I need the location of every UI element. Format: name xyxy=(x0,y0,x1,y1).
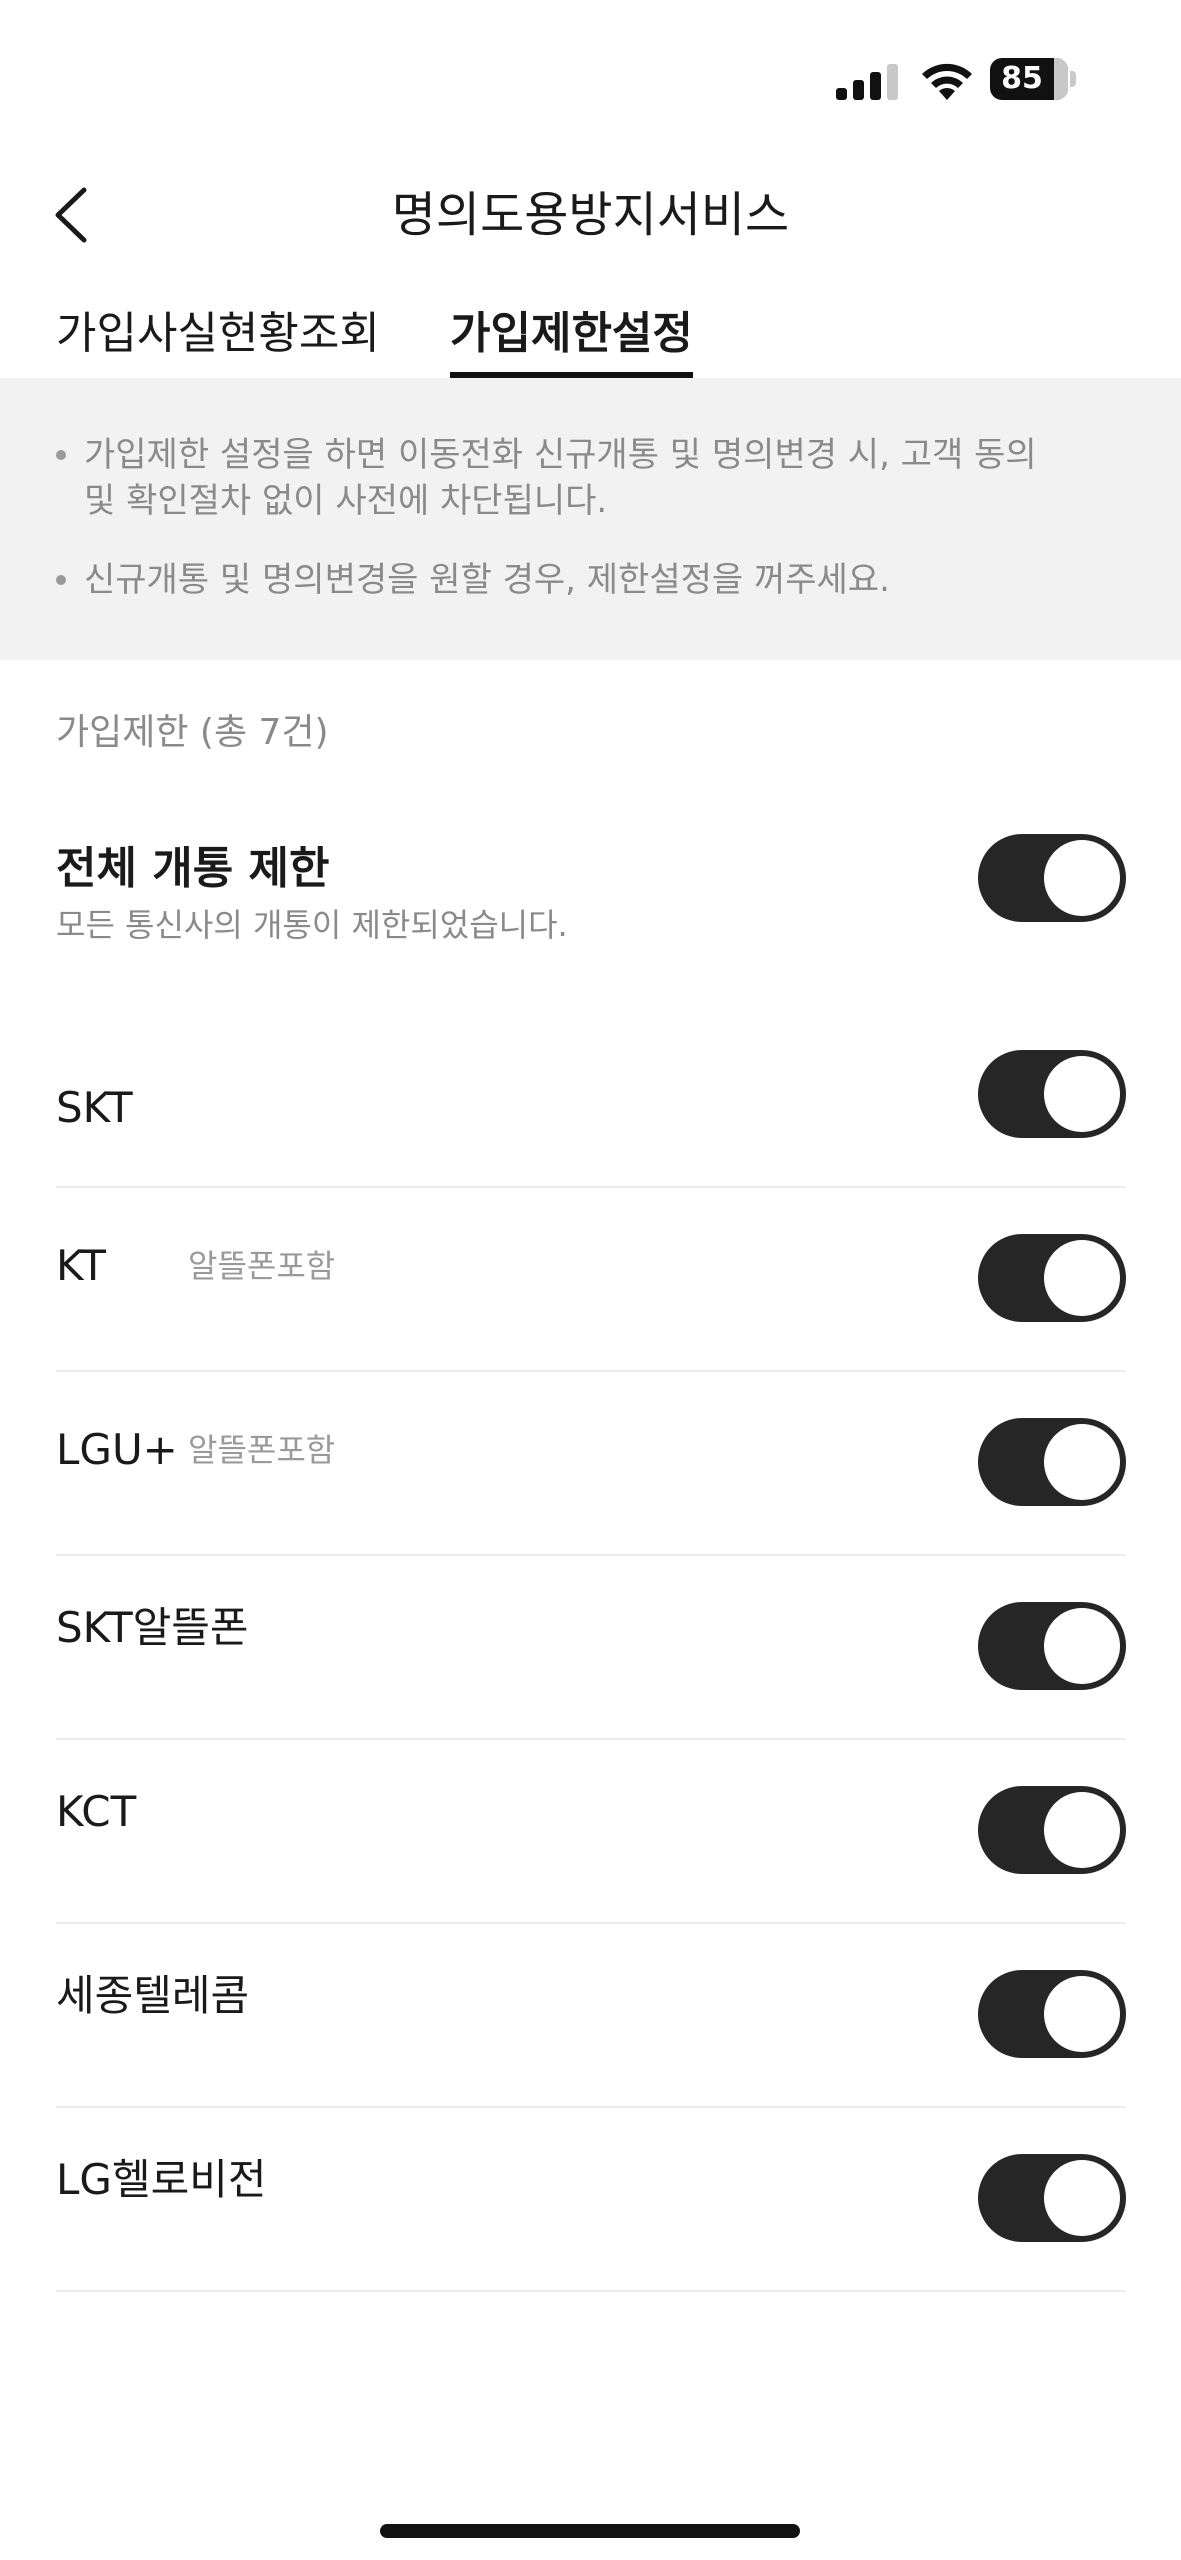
carrier-row-skt: SKT xyxy=(56,1050,1126,1188)
bullet-icon xyxy=(56,450,66,460)
master-restriction-description: 모든 통신사의 개통이 제한되었습니다. xyxy=(56,906,568,944)
carrier-label: SKT xyxy=(56,1083,133,1132)
carrier-toggle-sejong[interactable] xyxy=(978,1970,1126,2058)
carrier-label: KCT xyxy=(56,1787,137,1836)
home-indicator[interactable] xyxy=(380,2524,800,2538)
carrier-row-lgu: LGU+ 알뜰폰포함 xyxy=(56,1372,1126,1556)
notice-item: 가입제한 설정을 하면 이동전화 신규개통 및 명의변경 시, 고객 동의 및 … xyxy=(56,432,1076,524)
carrier-row-kt: KT 알뜰폰포함 xyxy=(56,1188,1126,1372)
carrier-toggle-kt[interactable] xyxy=(978,1234,1126,1322)
carrier-toggle-lgu[interactable] xyxy=(978,1418,1126,1506)
toggle-knob xyxy=(1044,840,1120,916)
carrier-row-sejong: 세종텔레콤 xyxy=(56,1924,1126,2108)
tab-subscription-status[interactable]: 가입사실현황조회 xyxy=(56,290,380,378)
carrier-label: 세종텔레콤 xyxy=(56,1971,250,2020)
battery-icon: 85 xyxy=(990,58,1076,100)
carrier-toggle-lg-hellovision[interactable] xyxy=(978,2154,1126,2242)
master-restriction-toggle[interactable] xyxy=(978,834,1126,922)
carrier-row-skt-mvno: SKT알뜰폰 xyxy=(56,1556,1126,1740)
carrier-label: LGU+ xyxy=(56,1425,178,1474)
carrier-toggle-skt-mvno[interactable] xyxy=(978,1602,1126,1690)
wifi-icon xyxy=(922,63,972,100)
divider xyxy=(56,2290,1126,2292)
carrier-label: KT xyxy=(56,1241,106,1290)
toggle-knob xyxy=(1044,1976,1120,2052)
master-restriction-row: 전체 개통 제한 모든 통신사의 개통이 제한되었습니다. xyxy=(56,820,1126,970)
cellular-signal-icon xyxy=(836,60,898,100)
notice-text: 신규개통 및 명의변경을 원할 경우, 제한설정을 꺼주세요. xyxy=(84,560,890,600)
toggle-knob xyxy=(1044,1240,1120,1316)
notice-item: 신규개통 및 명의변경을 원할 경우, 제한설정을 꺼주세요. xyxy=(56,557,1076,603)
page-title: 명의도용방지서비스 xyxy=(391,187,790,243)
toggle-knob xyxy=(1044,1608,1120,1684)
carrier-sub-label: 알뜰폰포함 xyxy=(188,1431,336,1469)
master-restriction-label: 전체 개통 제한 xyxy=(56,843,330,894)
carrier-row-kct: KCT xyxy=(56,1740,1126,1924)
carrier-label: LG헬로비전 xyxy=(56,2155,267,2204)
tab-bar: 가입사실현황조회 가입제한설정 xyxy=(0,290,1181,378)
carrier-sub-label: 알뜰폰포함 xyxy=(188,1247,336,1285)
status-bar: 85 xyxy=(0,0,1181,160)
tab-subscription-restriction[interactable]: 가입제한설정 xyxy=(450,290,693,378)
carrier-toggle-skt[interactable] xyxy=(978,1050,1126,1138)
toggle-knob xyxy=(1044,1792,1120,1868)
carrier-label: SKT알뜰폰 xyxy=(56,1603,249,1652)
toggle-knob xyxy=(1044,2160,1120,2236)
notice-text: 가입제한 설정을 하면 이동전화 신규개통 및 명의변경 시, 고객 동의 및 … xyxy=(84,435,1037,521)
toggle-knob xyxy=(1044,1056,1120,1132)
bullet-icon xyxy=(56,575,66,585)
carrier-toggle-kct[interactable] xyxy=(978,1786,1126,1874)
battery-level: 85 xyxy=(1001,61,1043,96)
toggle-knob xyxy=(1044,1424,1120,1500)
section-title: 가입제한 (총 7건) xyxy=(56,712,329,753)
carrier-row-lg-hellovision: LG헬로비전 xyxy=(56,2108,1126,2292)
